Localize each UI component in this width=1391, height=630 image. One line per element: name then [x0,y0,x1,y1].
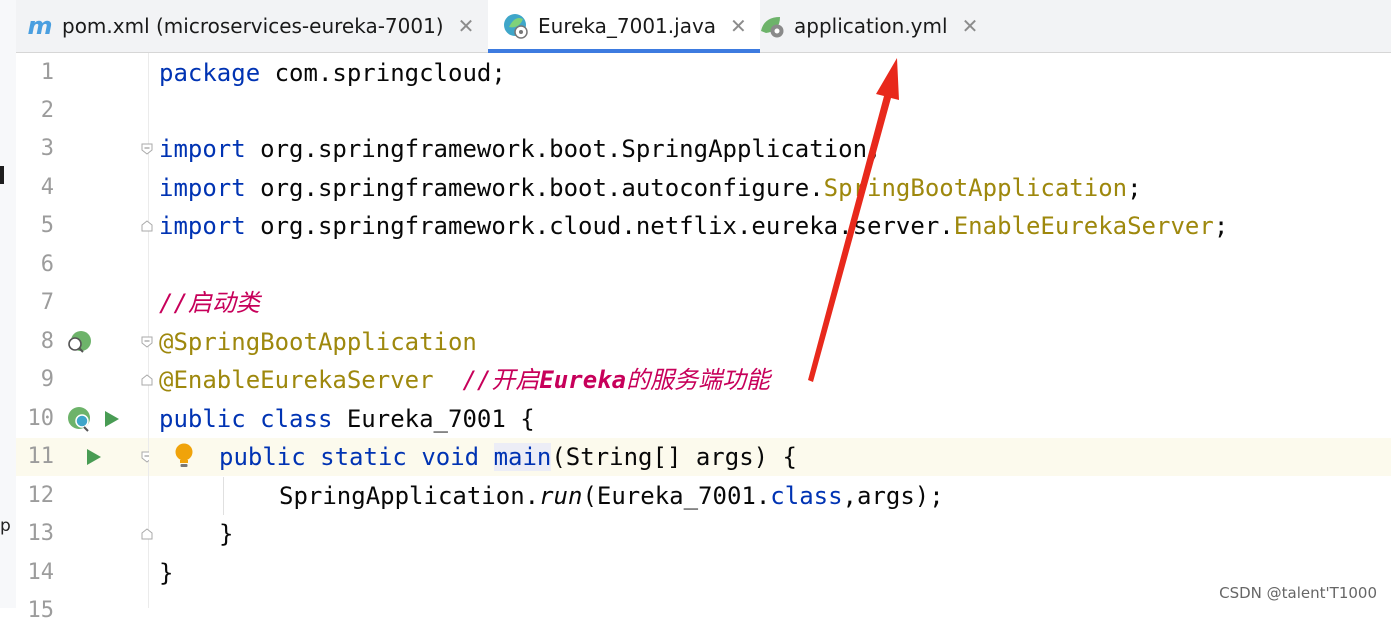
code-comment: //开启Eureka的服务端功能 [462,366,771,394]
line-number: 7 [40,290,54,315]
tab-application-yml[interactable]: application.yml ✕ [758,0,988,52]
line-number: 8 [40,329,54,354]
tab-label: application.yml [794,14,948,38]
tab-pom-xml[interactable]: m pom.xml (microservices-eureka-7001) ✕ [26,0,488,52]
code-line-current: public static void main(String[] args) { [149,438,1391,476]
line-number: 10 [27,406,55,431]
method-name: main [493,443,552,471]
code-comment: //启动类 [159,289,260,317]
spring-bean-icon[interactable] [66,330,92,354]
close-icon[interactable]: ✕ [458,14,475,38]
lightbulb-icon[interactable] [173,442,195,470]
annotation: @SpringBootApplication [159,328,477,356]
code-line: import org.springframework.cloud.netflix… [159,212,1229,240]
code-line: //启动类 [149,284,1391,322]
annotation: @EnableEurekaServer [159,366,434,394]
code-line: } [159,559,174,587]
code-line: } [219,520,234,548]
line-number: 13 [27,521,55,546]
code-line: SpringApplication.run(Eureka_7001.class,… [149,477,1391,515]
code-line: import org.springframework.boot.autoconf… [159,174,1142,202]
code-line: package com.springcloud; [159,59,506,87]
line-number: 4 [40,175,54,200]
line-number: 6 [40,252,54,277]
line-number: 12 [27,483,55,508]
close-icon[interactable]: ✕ [730,14,747,38]
spring-config-icon [758,12,786,40]
code-editor[interactable]: package com.springcloud; import org.spri… [149,53,1391,608]
line-number: 5 [40,213,54,238]
run-icon[interactable] [104,410,120,428]
spring-boot-run-icon[interactable] [66,406,94,432]
line-number: 3 [40,136,54,161]
tool-strip-marker [0,166,4,184]
run-icon[interactable] [86,448,102,466]
code-line: import org.springframework.boot.SpringAp… [159,135,882,163]
code-line: public class Eureka_7001 { [159,405,535,433]
tab-label: Eureka_7001.java [538,14,717,38]
editor-tab-bar: m pom.xml (microservices-eureka-7001) ✕ … [16,0,1391,53]
maven-icon: m [27,12,53,40]
editor-gutter: 1 2 3 4 5 6 7 8 9 10 11 12 13 14 15 [16,53,153,623]
left-tool-strip: p [0,0,17,608]
spring-class-icon [502,12,530,40]
line-number: 11 [27,444,55,469]
line-number: 9 [40,367,54,392]
line-number: 1 [40,60,54,85]
line-number: 2 [40,98,54,123]
tool-strip-fragment: p [0,516,11,536]
tab-eureka-java[interactable]: Eureka_7001.java ✕ [488,0,760,53]
tab-label: pom.xml (microservices-eureka-7001) [62,14,444,38]
code-line: @SpringBootApplication [149,323,1391,361]
watermark: CSDN @talent'T1000 [1219,584,1377,602]
code-line: @EnableEurekaServer //开启Eureka的服务端功能 [149,361,1391,399]
line-number: 14 [27,560,55,585]
close-icon[interactable]: ✕ [962,14,979,38]
line-number: 15 [27,598,55,623]
